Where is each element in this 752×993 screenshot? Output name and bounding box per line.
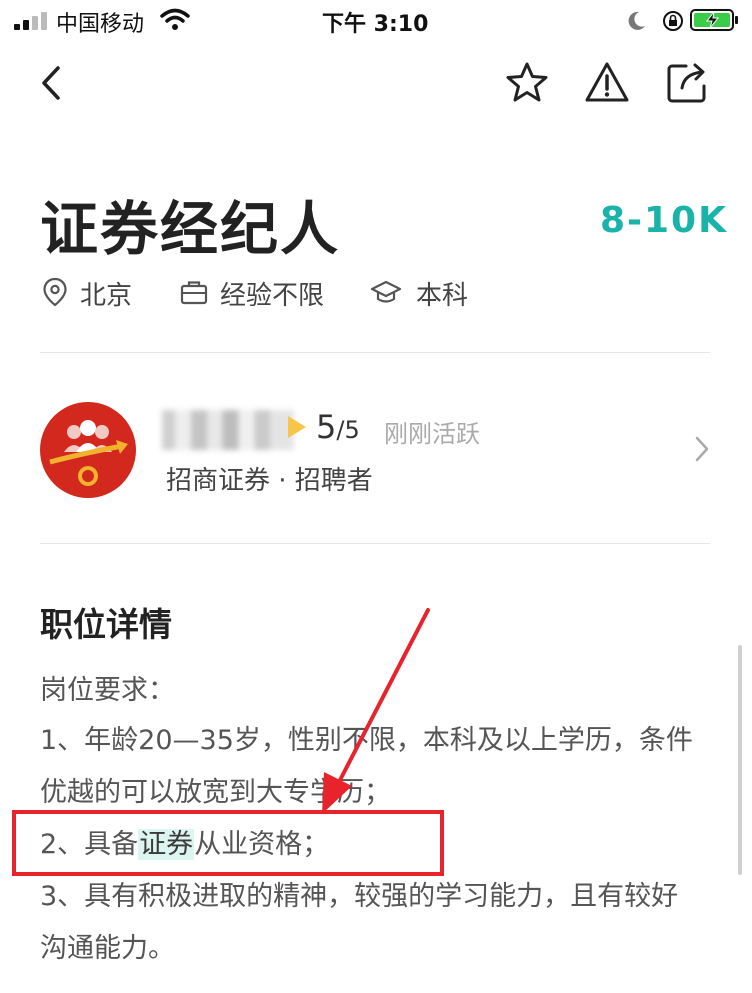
salary-range: 8-10K: [600, 200, 728, 241]
star-favorite-icon[interactable]: [504, 60, 550, 106]
divider: [40, 352, 710, 353]
company-recruiter-line: 招商证券 · 招聘者: [166, 466, 373, 496]
signal-strength-icon: [14, 12, 47, 30]
graduation-cap-icon: [370, 280, 402, 303]
rating-star-icon: [288, 416, 306, 438]
share-icon[interactable]: [664, 60, 710, 106]
requirement-3-line-2: 沟通能力。: [40, 933, 175, 964]
annotation-arrow-icon: [322, 608, 430, 814]
job-title: 证券经纪人: [40, 195, 341, 263]
do-not-disturb-icon: [628, 11, 645, 30]
carrier-name: 中国移动: [56, 12, 145, 37]
recruiter-name-blurred: [162, 410, 294, 450]
recruiter-rating: 5/5: [316, 408, 360, 446]
briefcase-icon: [180, 281, 208, 305]
warning-report-icon[interactable]: [584, 60, 630, 106]
job-experience: 经验不限: [220, 281, 325, 311]
status-time: 下午 3:10: [322, 12, 429, 37]
rotation-lock-icon: [663, 11, 683, 31]
location-pin-icon: [43, 277, 67, 307]
section-title: 职位详情: [40, 605, 172, 644]
chevron-right-icon[interactable]: [692, 434, 712, 464]
back-arrow-icon[interactable]: [30, 60, 76, 106]
job-education: 本科: [416, 281, 469, 311]
requirement-3-line-1: 3、具有积极进取的精神，较强的学习能力，且有较好: [40, 881, 679, 912]
wifi-icon: [160, 8, 190, 30]
active-status: 刚刚活跃: [384, 420, 480, 448]
requirements-heading: 岗位要求：: [40, 675, 175, 706]
scrollbar[interactable]: [738, 645, 742, 875]
divider: [40, 543, 710, 544]
job-location: 北京: [80, 281, 133, 311]
company-logo-icon: [49, 420, 128, 486]
battery-charging-icon: [690, 9, 738, 31]
company-logo-avatar[interactable]: [40, 402, 136, 498]
